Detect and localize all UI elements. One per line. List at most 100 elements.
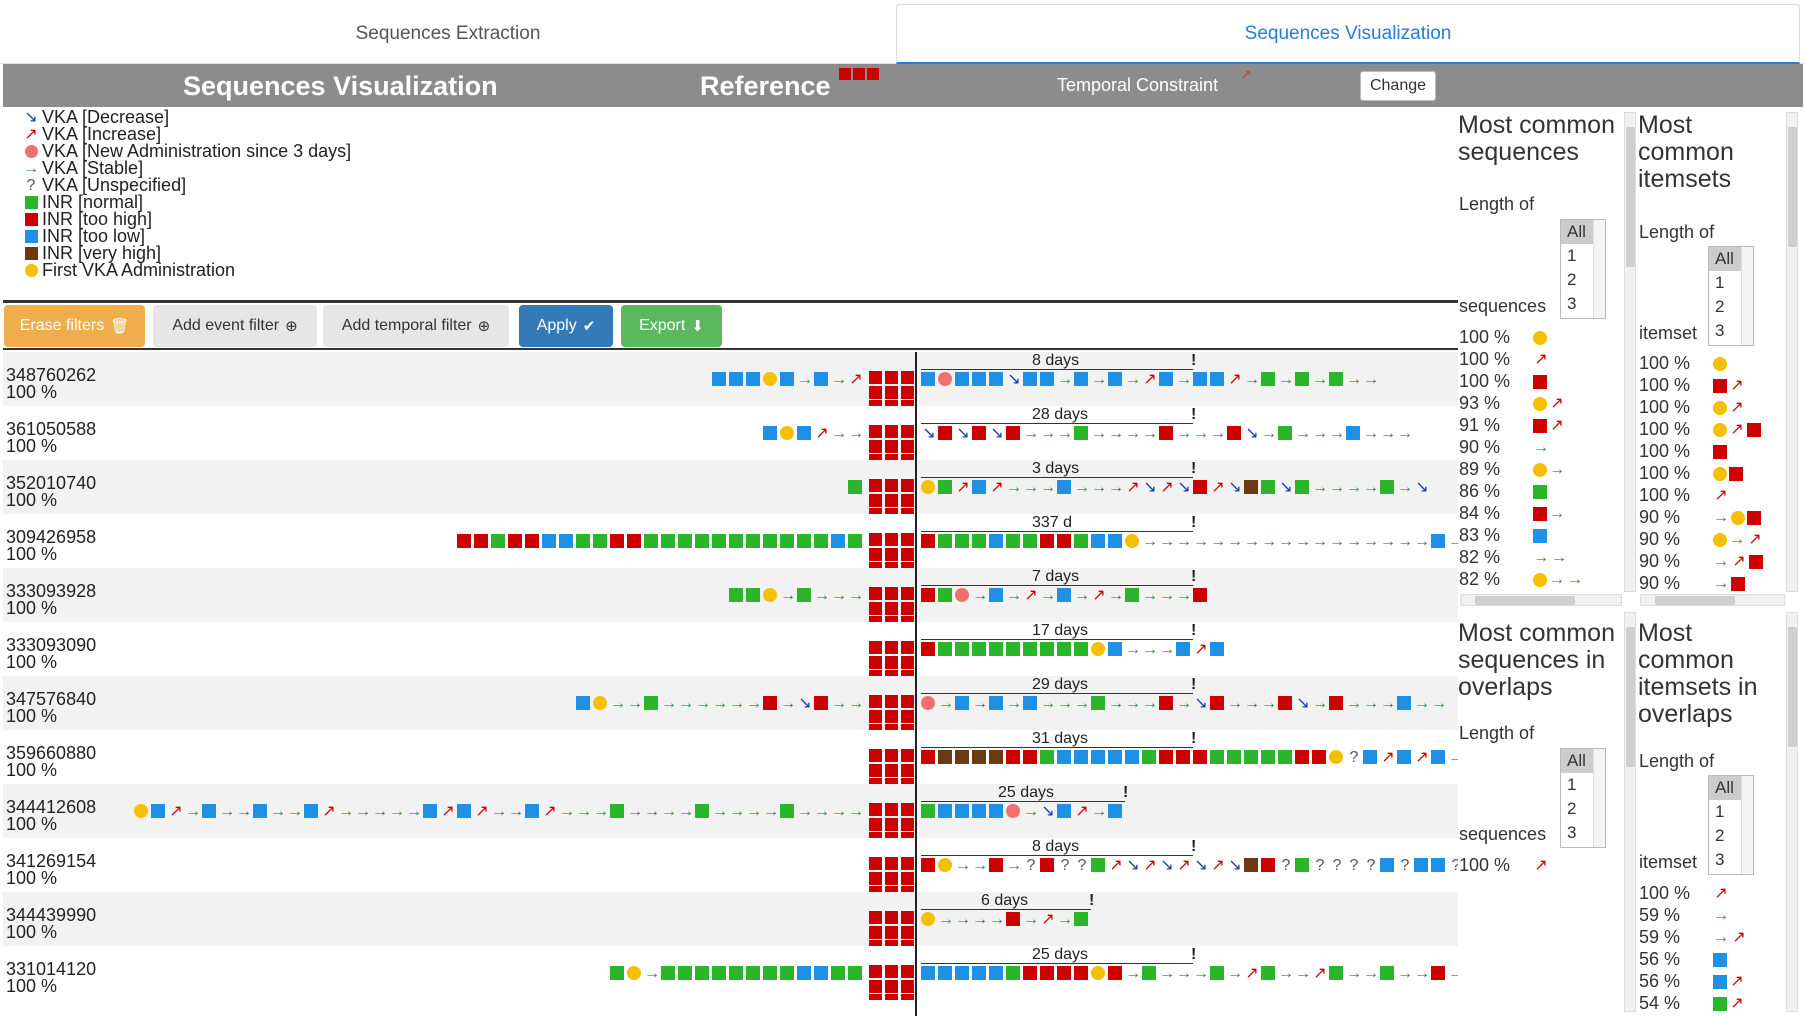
stat-pattern[interactable]: →: [1533, 504, 1565, 524]
stat-pattern[interactable]: → ↗: [1713, 928, 1747, 948]
sequence-row[interactable]: 348760262 100 % → → ↗ ↘ → → → ↗ → ↗ → → → → → 8 days!: [3, 352, 1458, 406]
stat-pattern[interactable]: ↗: [1713, 994, 1745, 1014]
stat-pattern[interactable]: →: [1713, 906, 1729, 926]
sequence-row[interactable]: 341269154100 %→→→???↗↘↗↘↗↘↗↘???????8 day…: [3, 838, 1458, 892]
reference-square-icon: [901, 548, 914, 561]
reference-block: [869, 892, 917, 946]
stat-pattern[interactable]: [1533, 526, 1547, 546]
stat-pattern[interactable]: [1713, 950, 1727, 970]
stat-pattern[interactable]: ↗: [1713, 884, 1729, 904]
length-select[interactable]: All 1 2 3: [1560, 748, 1606, 848]
stable-arrow-icon: →: [938, 695, 954, 712]
stat-pattern[interactable]: ↗: [1713, 486, 1729, 506]
first-vka-circle-icon: [593, 696, 607, 710]
stable-arrow-icon: →: [1074, 695, 1090, 712]
add-temporal-filter-button[interactable]: Add temporal filter ⊕: [323, 305, 509, 347]
inr-too-low-square: [797, 966, 811, 980]
first-vka-circle-icon: [1713, 401, 1727, 415]
stat-percent: 100 %: [1639, 485, 1691, 505]
sequence-row[interactable]: 331014120 100 % → → → → → → ↗ → → ↗ → → → → → 25 days!: [3, 946, 1458, 1000]
inr-normal-square: [1533, 485, 1547, 499]
stat-pattern[interactable]: ↗: [1713, 972, 1745, 992]
stable-arrow-icon: →: [338, 803, 354, 820]
vertical-scrollbar[interactable]: [1786, 112, 1798, 592]
reference-square-icon: [885, 965, 898, 978]
length-select[interactable]: All 1 2 3: [1708, 246, 1754, 346]
export-button[interactable]: Export ⬇: [621, 305, 722, 347]
stat-pattern[interactable]: [1533, 328, 1547, 348]
sequence-row[interactable]: 359660880 100 %? ↗ ↗ → 31 days!: [3, 730, 1458, 784]
sequence-row[interactable]: 361050588 100 % ↗ → → ↘ ↘ ↘ → → → → → → → → → → ↘ → → → → → → → 28…: [3, 406, 1458, 460]
listbox-scrollbar[interactable]: [1593, 749, 1605, 847]
reference-square-icon: [901, 386, 914, 399]
sequence-row[interactable]: 333093928 100 % → → → → → → ↗ → → ↗ → → → → 7 days!: [3, 568, 1458, 622]
reference-square-icon: [901, 656, 914, 669]
stat-pattern[interactable]: [1713, 354, 1727, 374]
inr-normal-square: [989, 642, 1003, 656]
stat-pattern[interactable]: ↗: [1533, 856, 1549, 876]
sequence-row[interactable]: 344412608 100 % ↗ → → → → → ↗ → → → → → ↗ ↗ → → ↗ → → → → → → → → →…: [3, 784, 1458, 838]
horizontal-scrollbar[interactable]: [1640, 594, 1785, 606]
stat-pattern[interactable]: [1713, 464, 1743, 484]
stable-arrow-icon: →: [1023, 425, 1039, 442]
increase-arrow-icon: ↗: [1143, 371, 1157, 388]
stat-pattern[interactable]: → →: [1533, 570, 1583, 590]
stat-percent: 82 %: [1459, 547, 1501, 567]
vertical-scrollbar[interactable]: [1786, 612, 1798, 1012]
arrow-decrease-icon: ↘: [24, 109, 38, 126]
sequence-row[interactable]: 352010740 100 % ↗ ↗ → → → → → → ↗ ↘ ↗ ↘ ↗ ↘ ↘ → → → → → ↘ 3 day…: [3, 460, 1458, 514]
sequence-row[interactable]: 344439990 100 % → → → → → ↗ → 6 days!: [3, 892, 1458, 946]
inr-too-low-square: [780, 372, 794, 386]
stable-arrow-icon: →: [729, 803, 745, 820]
change-button[interactable]: Change: [1360, 71, 1436, 101]
apply-button[interactable]: Apply ✔: [519, 305, 613, 347]
stat-pattern[interactable]: ↗: [1713, 376, 1745, 396]
vertical-scrollbar[interactable]: [1624, 112, 1636, 592]
reference-square-icon: [901, 695, 914, 708]
stat-pattern[interactable]: → ↗: [1713, 552, 1763, 572]
stat-pattern[interactable]: [1713, 442, 1727, 462]
reference-square-icon: [885, 440, 898, 453]
stat-pattern[interactable]: → →: [1533, 548, 1567, 568]
stat-pattern[interactable]: [1533, 482, 1547, 502]
stable-arrow-icon: →: [1125, 965, 1141, 982]
stat-pattern[interactable]: ↗: [1533, 394, 1565, 414]
stable-arrow-icon: →: [1023, 803, 1039, 820]
stat-pattern[interactable]: ↗: [1713, 398, 1745, 418]
listbox-scrollbar[interactable]: [1593, 220, 1605, 318]
inr-too-low-square: [253, 804, 267, 818]
sequence-list[interactable]: 348760262 100 % → → ↗ ↘ → → → ↗ → ↗ → → → → → 8 days! 3610…: [3, 352, 1458, 1016]
add-event-filter-button[interactable]: Add event filter ⊕: [153, 305, 317, 347]
sequence-row[interactable]: 333093090 100 % → → → ↗ 17 days!: [3, 622, 1458, 676]
stat-pattern[interactable]: ↗: [1713, 420, 1761, 440]
warning-exclamation-icon: !: [1191, 946, 1197, 963]
stat-pattern[interactable]: ↗: [1533, 350, 1549, 370]
length-select[interactable]: All 1 2 3: [1708, 775, 1754, 875]
tab-sequences-extraction[interactable]: Sequences Extraction: [0, 4, 896, 64]
stat-pattern[interactable]: →: [1533, 438, 1549, 458]
inr-too-low-square: [1057, 804, 1071, 818]
stat-pattern[interactable]: →: [1713, 574, 1745, 594]
inr-too-low-square: [955, 372, 969, 386]
inr-too-high-square: [1533, 375, 1547, 389]
reference-square-icon: [885, 548, 898, 561]
inr-too-low-square: [1091, 534, 1105, 548]
stat-pattern[interactable]: ↗: [1533, 416, 1565, 436]
increase-arrow-icon: ↗: [1748, 531, 1762, 548]
length-select[interactable]: All 1 2 3: [1560, 219, 1606, 319]
sequence-row[interactable]: 309426958 100 % → → → → → → → → → → → → → → → → → → 337 d!: [3, 514, 1458, 568]
stable-arrow-icon: →: [1006, 857, 1022, 874]
sequence-row[interactable]: 347576840 100 % → → → → → → → → → ↘ → → → → → → → → → → → → ↘ → → →…: [3, 676, 1458, 730]
listbox-scrollbar[interactable]: [1741, 247, 1753, 345]
stat-pattern[interactable]: →: [1713, 508, 1761, 528]
vertical-scrollbar[interactable]: [1624, 612, 1636, 1012]
inr-too-low-square: [938, 966, 952, 980]
reference-square-icon: [901, 371, 914, 384]
stat-pattern[interactable]: → ↗: [1713, 530, 1763, 550]
stat-pattern[interactable]: [1533, 372, 1547, 392]
horizontal-scrollbar[interactable]: [1460, 594, 1622, 606]
erase-filters-button[interactable]: Erase filters 🗑: [4, 305, 145, 347]
tab-sequences-visualization[interactable]: Sequences Visualization: [896, 4, 1800, 64]
stat-pattern[interactable]: →: [1533, 460, 1565, 480]
listbox-scrollbar[interactable]: [1741, 776, 1753, 874]
